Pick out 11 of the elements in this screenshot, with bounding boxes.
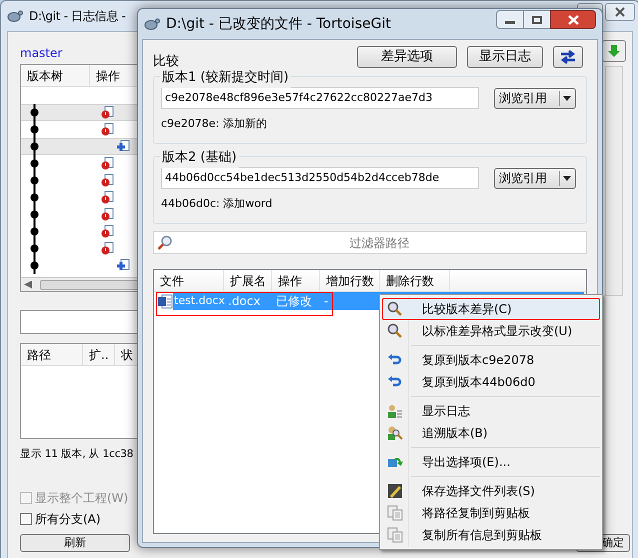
- file-name: test.docx: [173, 292, 226, 309]
- revision-summary: c9e2078e: 添加新的: [161, 116, 268, 132]
- window-title: D:\git - 日志信息 -: [29, 8, 126, 25]
- file-action: 已修改: [276, 293, 313, 310]
- group-label: 版本1 (较新提交时间): [160, 68, 291, 88]
- group-label: 版本2 (基础): [160, 148, 239, 168]
- status-text: 显示 11 版本, 从 1cc38: [20, 447, 134, 462]
- revision-summary: 44b06d0c: 添加word: [161, 196, 274, 212]
- window-title: D:\git - 已改变的文件 - TortoiseGit: [166, 14, 391, 34]
- added-lines: -: [324, 293, 330, 310]
- file-extension: .docx: [228, 293, 262, 310]
